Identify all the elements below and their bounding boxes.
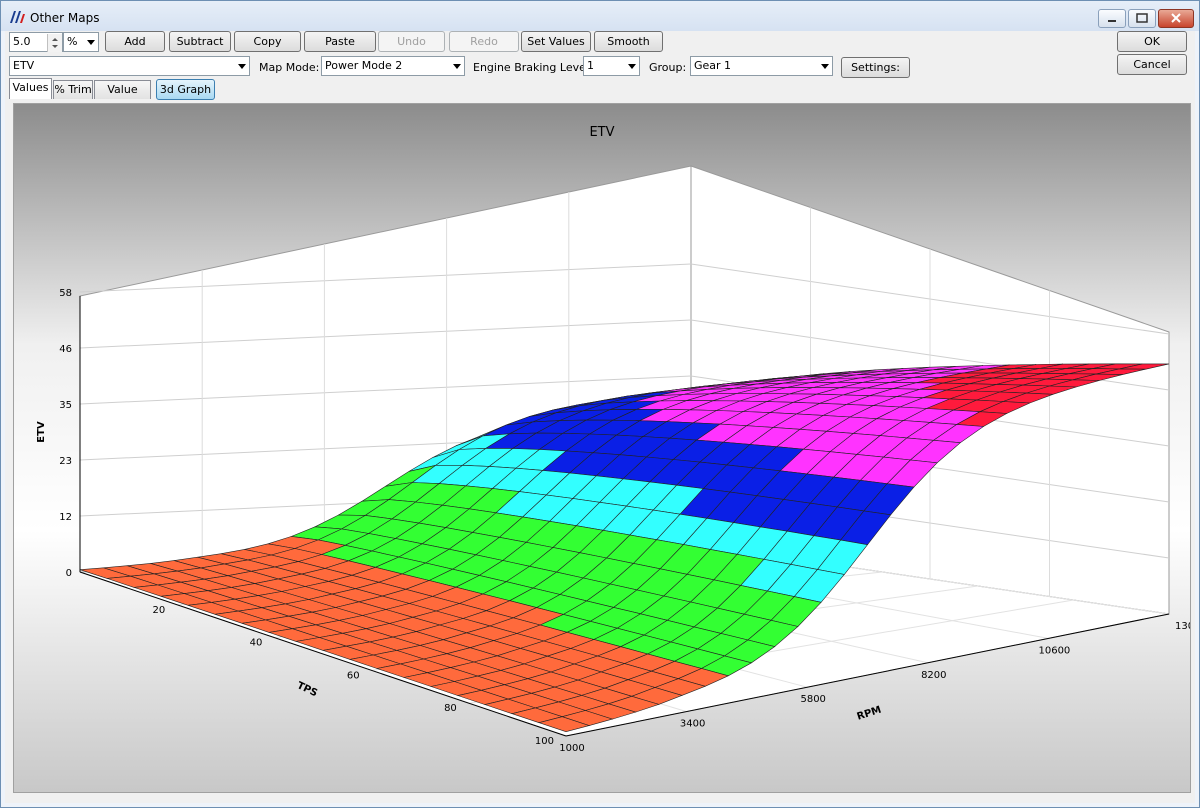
tps-tick-label: 40: [250, 638, 263, 649]
map-value: ETV: [13, 59, 35, 72]
map-select[interactable]: ETV: [9, 56, 250, 76]
set-values-button[interactable]: Set Values: [521, 31, 591, 52]
3d-graph-button[interactable]: 3d Graph: [156, 79, 215, 100]
unit-value: %: [67, 35, 78, 48]
chevron-down-icon: [628, 64, 636, 69]
etv-3d-surface-chart[interactable]: 0 12 23 35 46 58 20 40 60 80 100 1000 3400 5800 8200 10…: [14, 104, 1190, 792]
z-tick-label: 58: [59, 288, 72, 299]
spinner-arrows-icon: [52, 38, 58, 48]
step-value-text: 5.0: [13, 35, 31, 48]
chevron-down-icon: [821, 64, 829, 69]
group-value: Gear 1: [694, 59, 732, 72]
settings-button[interactable]: Settings:: [841, 57, 910, 78]
rpm-tick-label: 10600: [1038, 645, 1070, 656]
unit-select[interactable]: %: [63, 32, 99, 52]
tps-tick-label: 60: [347, 670, 360, 681]
maximize-icon: [1136, 13, 1148, 23]
copy-button[interactable]: Copy: [234, 31, 301, 52]
maximize-button[interactable]: [1128, 9, 1156, 28]
engine-braking-select[interactable]: 1: [583, 56, 640, 76]
group-label: Group:: [649, 61, 687, 74]
rpm-tick-label: 8200: [921, 670, 946, 681]
tps-tick-label: 80: [444, 703, 457, 714]
engine-braking-value: 1: [587, 59, 594, 72]
z-tick-label: 12: [59, 512, 72, 523]
app-logo-icon: [10, 11, 25, 23]
rpm-tick-label: 1000: [559, 743, 584, 754]
add-button[interactable]: Add: [105, 31, 165, 52]
window-title: Other Maps: [30, 11, 100, 25]
cancel-button[interactable]: Cancel: [1117, 54, 1187, 75]
undo-button[interactable]: Undo: [378, 31, 445, 52]
minimize-button[interactable]: [1098, 9, 1126, 28]
rpm-tick-label: 130: [1175, 621, 1190, 632]
tab-percent-trim[interactable]: % Trim: [53, 80, 93, 99]
z-tick-label: 0: [66, 568, 72, 579]
tab-values[interactable]: Values: [9, 78, 52, 99]
z-tick-label: 46: [59, 344, 72, 355]
map-mode-label: Map Mode:: [259, 61, 320, 74]
tab-value-trim[interactable]: Value Trim: [94, 80, 151, 114]
paste-button[interactable]: Paste: [304, 31, 376, 52]
tps-tick-label: 100: [535, 736, 554, 747]
map-mode-value: Power Mode 2: [325, 59, 403, 72]
chart-title: ETV: [589, 125, 614, 140]
z-axis-label: ETV: [36, 421, 47, 443]
tps-tick-label: 20: [152, 605, 165, 616]
chevron-down-icon: [453, 64, 461, 69]
z-tick-label: 35: [59, 400, 72, 411]
smooth-button[interactable]: Smooth: [594, 31, 663, 52]
redo-button[interactable]: Redo: [449, 31, 519, 52]
z-tick-label: 23: [59, 456, 72, 467]
client-area: 5.0 % Add Subtract Copy Paste Undo Redo …: [5, 31, 1195, 803]
chevron-down-icon: [87, 40, 95, 45]
rpm-tick-label: 3400: [680, 719, 705, 730]
step-value-input[interactable]: 5.0: [9, 32, 63, 52]
close-button[interactable]: [1158, 9, 1194, 28]
engine-braking-label: Engine Braking Level:: [473, 61, 593, 74]
chevron-down-icon: [238, 64, 246, 69]
close-icon: [1171, 13, 1181, 23]
subtract-button[interactable]: Subtract: [169, 31, 231, 52]
rpm-tick-label: 5800: [800, 694, 825, 705]
other-maps-window: Other Maps 5.0 % Add Subtract Copy Paste…: [0, 0, 1200, 808]
group-select[interactable]: Gear 1: [690, 56, 833, 76]
map-mode-select[interactable]: Power Mode 2: [321, 56, 465, 76]
chart-panel: 0 12 23 35 46 58 20 40 60 80 100 1000 3400 5800 8200 10…: [13, 103, 1191, 793]
step-spinner[interactable]: [47, 34, 62, 52]
ok-button[interactable]: OK: [1117, 31, 1187, 52]
minimize-icon: [1108, 20, 1116, 22]
title-bar[interactable]: Other Maps: [1, 1, 1199, 31]
